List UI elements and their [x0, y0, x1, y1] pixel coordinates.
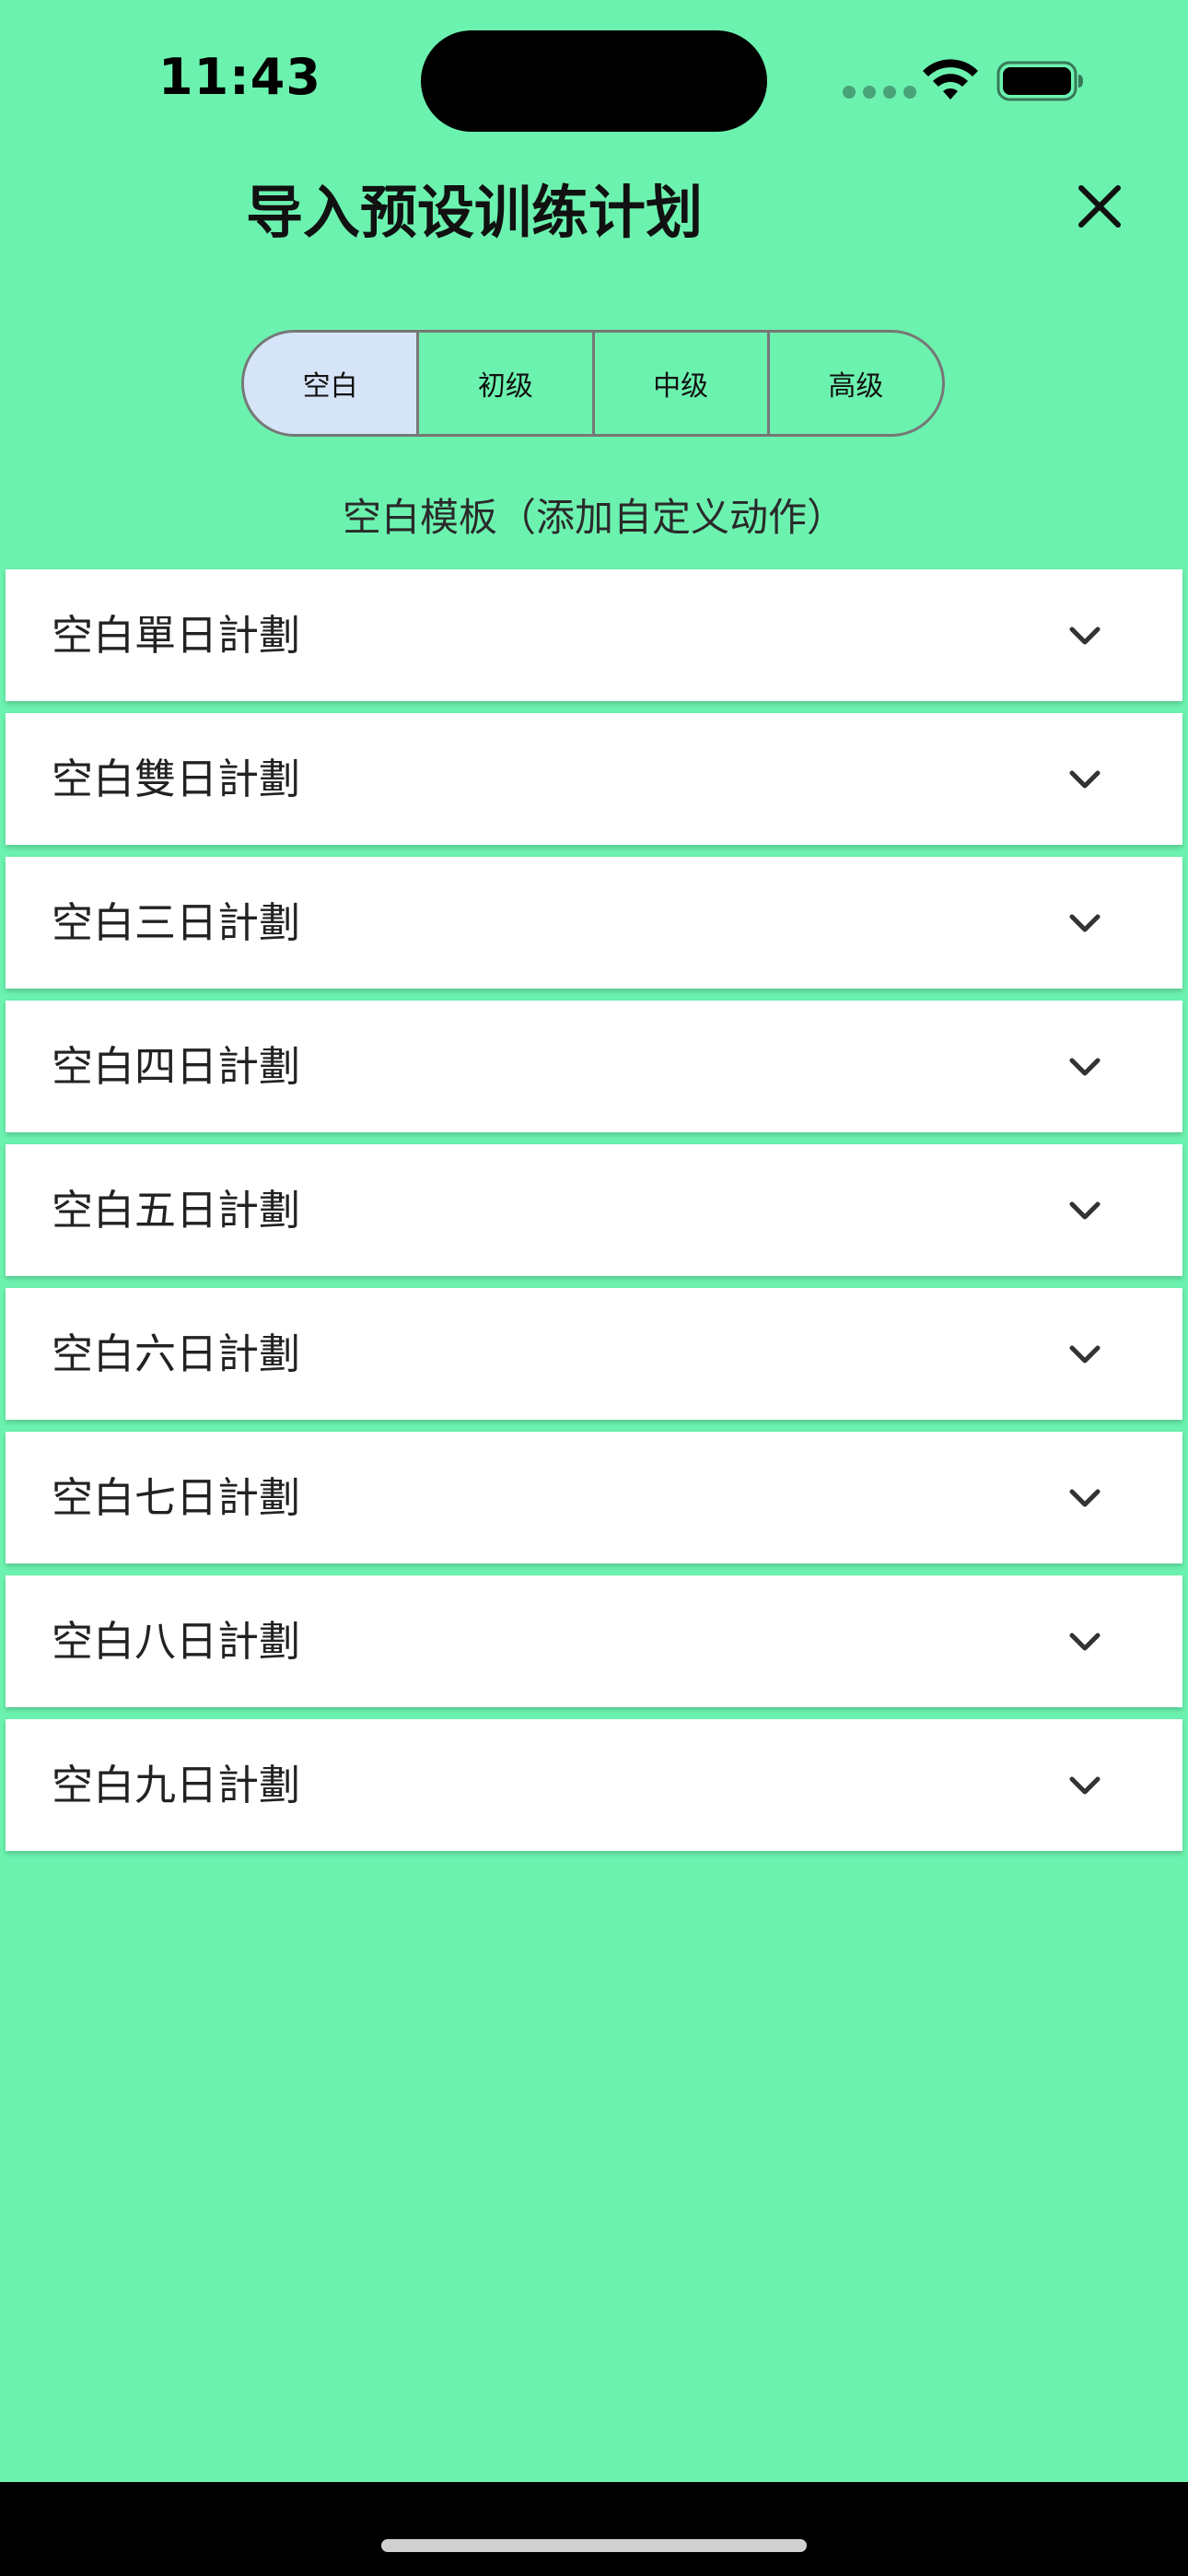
- home-indicator[interactable]: [381, 2539, 807, 2552]
- chevron-down-icon[interactable]: [1065, 1334, 1105, 1375]
- chevron-down-icon[interactable]: [1065, 1622, 1105, 1662]
- plan-label: 空白雙日計劃: [52, 755, 301, 803]
- bottom-bar: [0, 2482, 1188, 2576]
- status-time: 11:43: [158, 48, 321, 106]
- plan-label: 空白單日計劃: [52, 611, 301, 660]
- chevron-down-icon[interactable]: [1065, 615, 1105, 656]
- list-item[interactable]: 空白六日計劃: [6, 1288, 1182, 1420]
- level-segmented-control: 空白 初级 中级 高级: [241, 330, 945, 437]
- list-item[interactable]: 空白四日計劃: [6, 1001, 1182, 1132]
- dynamic-island: [421, 30, 767, 132]
- plan-label: 空白七日計劃: [52, 1473, 301, 1522]
- chevron-down-icon[interactable]: [1065, 1190, 1105, 1231]
- page-title: 导入预设训练计划: [245, 179, 703, 246]
- list-item[interactable]: 空白八日計劃: [6, 1575, 1182, 1707]
- battery-icon: [996, 61, 1083, 101]
- chevron-down-icon[interactable]: [1065, 903, 1105, 943]
- list-item[interactable]: 空白單日計劃: [6, 569, 1182, 701]
- list-item[interactable]: 空白七日計劃: [6, 1432, 1182, 1563]
- tab-beginner[interactable]: 初级: [419, 333, 595, 434]
- plan-label: 空白四日計劃: [52, 1042, 301, 1091]
- plan-label: 空白八日計劃: [52, 1617, 301, 1666]
- plan-label: 空白九日計劃: [52, 1761, 301, 1809]
- tab-advanced[interactable]: 高级: [770, 333, 942, 434]
- section-subtitle: 空白模板（添加自定义动作）: [342, 495, 845, 540]
- list-item[interactable]: 空白五日計劃: [6, 1144, 1182, 1276]
- chevron-down-icon[interactable]: [1065, 1765, 1105, 1806]
- tab-intermediate[interactable]: 中级: [595, 333, 770, 434]
- wifi-icon: [923, 59, 978, 100]
- list-item[interactable]: 空白三日計劃: [6, 857, 1182, 989]
- chevron-down-icon[interactable]: [1065, 759, 1105, 800]
- close-icon[interactable]: [1068, 175, 1131, 238]
- cellular-signal-icon: [843, 86, 916, 99]
- tab-blank[interactable]: 空白: [244, 333, 420, 434]
- plan-list: 空白單日計劃 空白雙日計劃 空白三日計劃 空白四日計劃 空白五日計劃 空白六日計…: [6, 569, 1182, 1863]
- chevron-down-icon[interactable]: [1065, 1047, 1105, 1087]
- chevron-down-icon[interactable]: [1065, 1478, 1105, 1518]
- list-item[interactable]: 空白雙日計劃: [6, 713, 1182, 845]
- plan-label: 空白三日計劃: [52, 898, 301, 947]
- plan-label: 空白六日計劃: [52, 1329, 301, 1378]
- status-bar: 11:43: [0, 0, 1188, 157]
- list-item[interactable]: 空白九日計劃: [6, 1719, 1182, 1851]
- plan-label: 空白五日計劃: [52, 1186, 301, 1235]
